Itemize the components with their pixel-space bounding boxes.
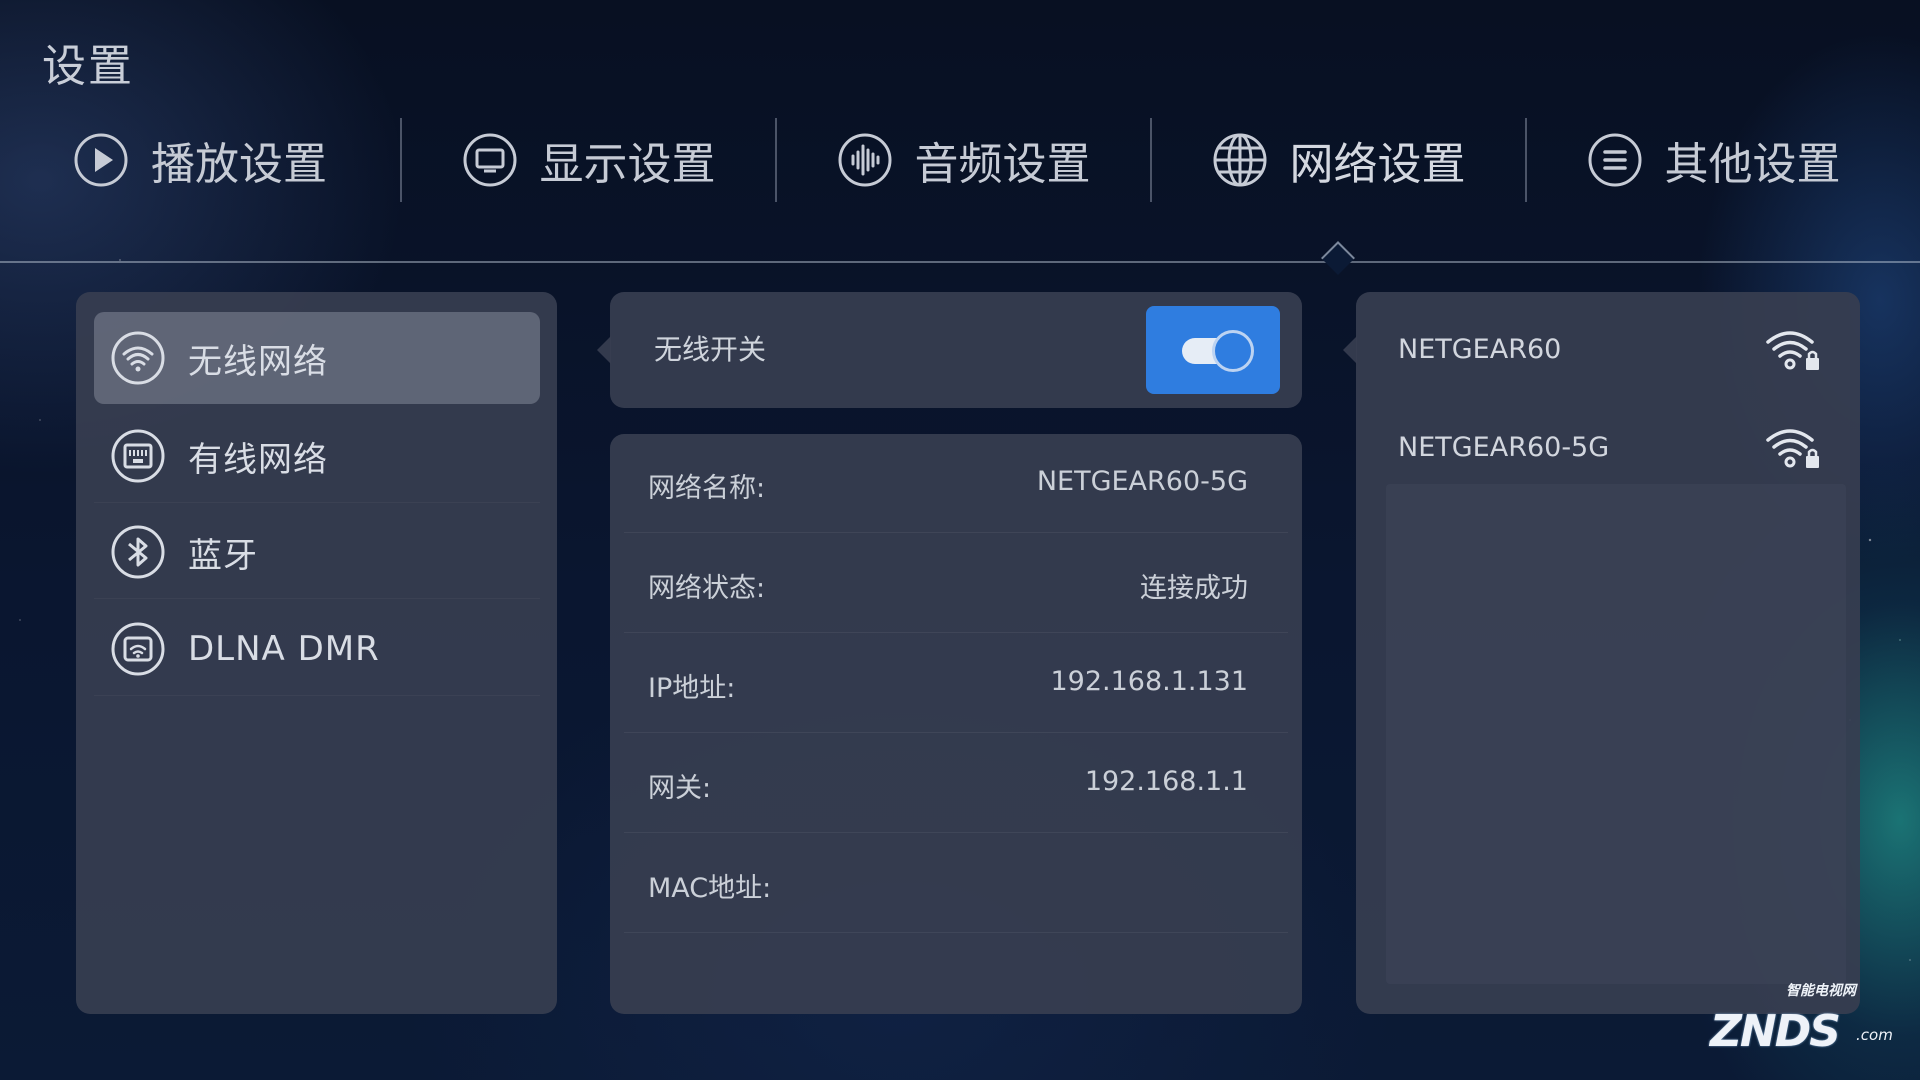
tab-label: 播放设置	[151, 139, 327, 190]
wireless-switch-panel: 无线开关	[610, 292, 1302, 408]
network-item[interactable]: NETGEAR60-5G	[1374, 400, 1840, 496]
sidebar-item-wired[interactable]: 有线网络	[94, 410, 540, 503]
network-type-sidebar: 无线网络 有线网络 蓝牙 DLNA DMR	[76, 292, 557, 1014]
tab-underline	[0, 261, 1920, 263]
info-row-network-status: 网络状态: 连接成功	[624, 534, 1288, 633]
page-title: 设置	[42, 41, 134, 92]
play-icon	[73, 132, 129, 188]
sidebar-item-bluetooth[interactable]: 蓝牙	[94, 506, 540, 599]
info-key: IP地址:	[648, 673, 736, 704]
tab-label: 网络设置	[1289, 139, 1466, 190]
tab-label: 显示设置	[539, 139, 716, 190]
panel-pointer	[1343, 336, 1357, 364]
info-key: 网关:	[648, 773, 712, 804]
sidebar-item-label: 蓝牙	[188, 535, 258, 576]
available-networks-panel: NETGEAR60 NETGEAR60-5G	[1356, 292, 1860, 1014]
panel-pointer	[597, 336, 611, 364]
top-tab-bar: 播放设置 显示设置 音频设置 网络设置 其他设置	[0, 118, 1920, 202]
tab-other-settings[interactable]: 其他设置	[1527, 118, 1900, 202]
menu-lines-icon	[1587, 132, 1643, 188]
sidebar-item-dlna-dmr[interactable]: DLNA DMR	[94, 603, 540, 696]
wireless-switch-toggle[interactable]	[1146, 306, 1280, 394]
wifi-locked-icon	[1762, 322, 1822, 378]
toggle-knob	[1212, 330, 1254, 372]
watermark-main: ZNDS	[1710, 1006, 1841, 1057]
info-row-gateway: 网关: 192.168.1.1	[624, 734, 1288, 833]
network-info-panel: 网络名称: NETGEAR60-5G 网络状态: 连接成功 IP地址: 192.…	[610, 434, 1302, 1014]
info-value: 连接成功	[1140, 573, 1248, 604]
znds-watermark-logo: 智能电视网 ZNDS .com	[1706, 982, 1896, 1057]
tab-label: 音频设置	[914, 139, 1091, 190]
info-value: 192.168.1.1	[1084, 766, 1248, 797]
tab-label: 其他设置	[1664, 139, 1841, 190]
info-value: 192.168.1.131	[1050, 666, 1248, 697]
sidebar-item-label: DLNA DMR	[188, 629, 380, 669]
tab-network-settings[interactable]: 网络设置	[1152, 118, 1525, 202]
info-row-network-name: 网络名称: NETGEAR60-5G	[624, 434, 1288, 533]
network-ssid: NETGEAR60	[1398, 334, 1562, 365]
sidebar-item-label: 无线网络	[188, 341, 328, 382]
info-row-mac-address: MAC地址:	[624, 834, 1288, 933]
bluetooth-icon	[110, 524, 166, 580]
info-key: MAC地址:	[648, 873, 772, 904]
sidebar-item-wireless[interactable]: 无线网络	[94, 312, 540, 404]
tab-audio-settings[interactable]: 音频设置	[777, 118, 1150, 202]
network-list-area	[1386, 484, 1846, 984]
info-row-ip-address: IP地址: 192.168.1.131	[624, 634, 1288, 733]
info-key: 网络名称:	[648, 473, 766, 504]
tab-playback-settings[interactable]: 播放设置	[0, 118, 400, 202]
watermark-suffix: .com	[1856, 1026, 1893, 1044]
wireless-switch-label: 无线开关	[654, 333, 767, 366]
cast-icon	[110, 621, 166, 677]
watermark-subtitle: 智能电视网	[1786, 983, 1856, 999]
wifi-locked-icon	[1762, 420, 1822, 476]
network-ssid: NETGEAR60-5G	[1398, 432, 1610, 463]
wifi-icon	[110, 330, 166, 386]
sidebar-item-label: 有线网络	[188, 439, 328, 480]
globe-icon	[1212, 132, 1268, 188]
monitor-icon	[462, 132, 518, 188]
audio-waveform-icon	[837, 132, 893, 188]
info-key: 网络状态:	[648, 573, 766, 604]
network-item[interactable]: NETGEAR60	[1374, 302, 1840, 398]
tab-display-settings[interactable]: 显示设置	[402, 118, 775, 202]
ethernet-icon	[110, 428, 166, 484]
info-value: NETGEAR60-5G	[1036, 466, 1248, 497]
